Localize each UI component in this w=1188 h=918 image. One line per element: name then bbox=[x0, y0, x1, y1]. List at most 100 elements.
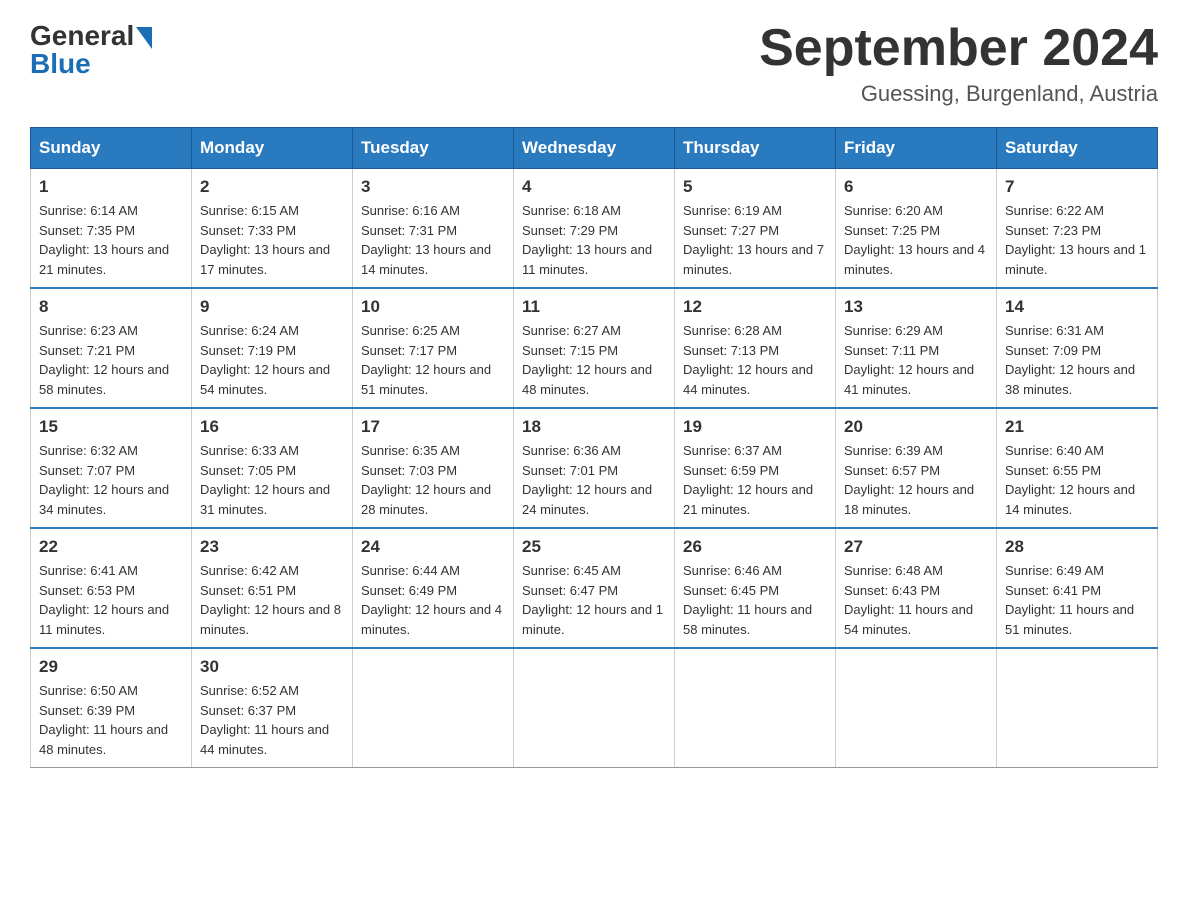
day-number: 18 bbox=[522, 417, 666, 437]
calendar-cell: 30 Sunrise: 6:52 AMSunset: 6:37 PMDaylig… bbox=[192, 648, 353, 768]
day-number: 15 bbox=[39, 417, 183, 437]
day-number: 10 bbox=[361, 297, 505, 317]
day-number: 22 bbox=[39, 537, 183, 557]
calendar-table: Sunday Monday Tuesday Wednesday Thursday… bbox=[30, 127, 1158, 768]
calendar-header-row: Sunday Monday Tuesday Wednesday Thursday… bbox=[31, 128, 1158, 169]
page-header: General Blue September 2024 Guessing, Bu… bbox=[30, 20, 1158, 107]
calendar-cell: 12 Sunrise: 6:28 AMSunset: 7:13 PMDaylig… bbox=[675, 288, 836, 408]
calendar-cell: 18 Sunrise: 6:36 AMSunset: 7:01 PMDaylig… bbox=[514, 408, 675, 528]
day-number: 29 bbox=[39, 657, 183, 677]
day-number: 27 bbox=[844, 537, 988, 557]
day-number: 1 bbox=[39, 177, 183, 197]
day-number: 2 bbox=[200, 177, 344, 197]
day-info: Sunrise: 6:14 AMSunset: 7:35 PMDaylight:… bbox=[39, 203, 169, 277]
header-wednesday: Wednesday bbox=[514, 128, 675, 169]
calendar-cell: 21 Sunrise: 6:40 AMSunset: 6:55 PMDaylig… bbox=[997, 408, 1158, 528]
day-info: Sunrise: 6:18 AMSunset: 7:29 PMDaylight:… bbox=[522, 203, 652, 277]
day-info: Sunrise: 6:24 AMSunset: 7:19 PMDaylight:… bbox=[200, 323, 330, 397]
day-info: Sunrise: 6:25 AMSunset: 7:17 PMDaylight:… bbox=[361, 323, 491, 397]
day-number: 28 bbox=[1005, 537, 1149, 557]
day-info: Sunrise: 6:46 AMSunset: 6:45 PMDaylight:… bbox=[683, 563, 812, 637]
day-info: Sunrise: 6:19 AMSunset: 7:27 PMDaylight:… bbox=[683, 203, 824, 277]
calendar-week-2: 8 Sunrise: 6:23 AMSunset: 7:21 PMDayligh… bbox=[31, 288, 1158, 408]
day-number: 25 bbox=[522, 537, 666, 557]
day-number: 8 bbox=[39, 297, 183, 317]
day-number: 4 bbox=[522, 177, 666, 197]
day-number: 30 bbox=[200, 657, 344, 677]
calendar-cell: 24 Sunrise: 6:44 AMSunset: 6:49 PMDaylig… bbox=[353, 528, 514, 648]
day-number: 17 bbox=[361, 417, 505, 437]
day-info: Sunrise: 6:33 AMSunset: 7:05 PMDaylight:… bbox=[200, 443, 330, 517]
calendar-cell: 19 Sunrise: 6:37 AMSunset: 6:59 PMDaylig… bbox=[675, 408, 836, 528]
calendar-cell: 16 Sunrise: 6:33 AMSunset: 7:05 PMDaylig… bbox=[192, 408, 353, 528]
title-area: September 2024 Guessing, Burgenland, Aus… bbox=[759, 20, 1158, 107]
calendar-week-1: 1 Sunrise: 6:14 AMSunset: 7:35 PMDayligh… bbox=[31, 169, 1158, 289]
calendar-cell: 14 Sunrise: 6:31 AMSunset: 7:09 PMDaylig… bbox=[997, 288, 1158, 408]
calendar-cell: 11 Sunrise: 6:27 AMSunset: 7:15 PMDaylig… bbox=[514, 288, 675, 408]
day-info: Sunrise: 6:39 AMSunset: 6:57 PMDaylight:… bbox=[844, 443, 974, 517]
day-number: 11 bbox=[522, 297, 666, 317]
day-number: 16 bbox=[200, 417, 344, 437]
calendar-cell: 5 Sunrise: 6:19 AMSunset: 7:27 PMDayligh… bbox=[675, 169, 836, 289]
day-number: 9 bbox=[200, 297, 344, 317]
logo-blue-text: Blue bbox=[30, 48, 91, 80]
logo: General Blue bbox=[30, 20, 152, 80]
day-info: Sunrise: 6:36 AMSunset: 7:01 PMDaylight:… bbox=[522, 443, 652, 517]
calendar-cell: 25 Sunrise: 6:45 AMSunset: 6:47 PMDaylig… bbox=[514, 528, 675, 648]
calendar-cell: 26 Sunrise: 6:46 AMSunset: 6:45 PMDaylig… bbox=[675, 528, 836, 648]
day-info: Sunrise: 6:45 AMSunset: 6:47 PMDaylight:… bbox=[522, 563, 663, 637]
calendar-cell: 9 Sunrise: 6:24 AMSunset: 7:19 PMDayligh… bbox=[192, 288, 353, 408]
calendar-week-4: 22 Sunrise: 6:41 AMSunset: 6:53 PMDaylig… bbox=[31, 528, 1158, 648]
calendar-cell: 13 Sunrise: 6:29 AMSunset: 7:11 PMDaylig… bbox=[836, 288, 997, 408]
calendar-cell: 27 Sunrise: 6:48 AMSunset: 6:43 PMDaylig… bbox=[836, 528, 997, 648]
calendar-cell: 17 Sunrise: 6:35 AMSunset: 7:03 PMDaylig… bbox=[353, 408, 514, 528]
day-info: Sunrise: 6:29 AMSunset: 7:11 PMDaylight:… bbox=[844, 323, 974, 397]
day-info: Sunrise: 6:32 AMSunset: 7:07 PMDaylight:… bbox=[39, 443, 169, 517]
day-info: Sunrise: 6:52 AMSunset: 6:37 PMDaylight:… bbox=[200, 683, 329, 757]
calendar-cell bbox=[997, 648, 1158, 768]
day-number: 6 bbox=[844, 177, 988, 197]
calendar-cell: 6 Sunrise: 6:20 AMSunset: 7:25 PMDayligh… bbox=[836, 169, 997, 289]
header-sunday: Sunday bbox=[31, 128, 192, 169]
day-info: Sunrise: 6:41 AMSunset: 6:53 PMDaylight:… bbox=[39, 563, 169, 637]
day-info: Sunrise: 6:35 AMSunset: 7:03 PMDaylight:… bbox=[361, 443, 491, 517]
calendar-cell: 15 Sunrise: 6:32 AMSunset: 7:07 PMDaylig… bbox=[31, 408, 192, 528]
day-number: 20 bbox=[844, 417, 988, 437]
day-info: Sunrise: 6:15 AMSunset: 7:33 PMDaylight:… bbox=[200, 203, 330, 277]
day-number: 26 bbox=[683, 537, 827, 557]
calendar-cell bbox=[836, 648, 997, 768]
calendar-week-5: 29 Sunrise: 6:50 AMSunset: 6:39 PMDaylig… bbox=[31, 648, 1158, 768]
day-number: 23 bbox=[200, 537, 344, 557]
day-info: Sunrise: 6:37 AMSunset: 6:59 PMDaylight:… bbox=[683, 443, 813, 517]
calendar-cell: 7 Sunrise: 6:22 AMSunset: 7:23 PMDayligh… bbox=[997, 169, 1158, 289]
day-info: Sunrise: 6:50 AMSunset: 6:39 PMDaylight:… bbox=[39, 683, 168, 757]
day-number: 3 bbox=[361, 177, 505, 197]
header-saturday: Saturday bbox=[997, 128, 1158, 169]
calendar-cell: 10 Sunrise: 6:25 AMSunset: 7:17 PMDaylig… bbox=[353, 288, 514, 408]
logo-triangle-icon bbox=[136, 27, 152, 49]
location-subtitle: Guessing, Burgenland, Austria bbox=[759, 81, 1158, 107]
month-title: September 2024 bbox=[759, 20, 1158, 77]
calendar-cell: 28 Sunrise: 6:49 AMSunset: 6:41 PMDaylig… bbox=[997, 528, 1158, 648]
day-info: Sunrise: 6:31 AMSunset: 7:09 PMDaylight:… bbox=[1005, 323, 1135, 397]
day-info: Sunrise: 6:44 AMSunset: 6:49 PMDaylight:… bbox=[361, 563, 502, 637]
header-thursday: Thursday bbox=[675, 128, 836, 169]
calendar-cell: 20 Sunrise: 6:39 AMSunset: 6:57 PMDaylig… bbox=[836, 408, 997, 528]
day-info: Sunrise: 6:27 AMSunset: 7:15 PMDaylight:… bbox=[522, 323, 652, 397]
calendar-cell: 8 Sunrise: 6:23 AMSunset: 7:21 PMDayligh… bbox=[31, 288, 192, 408]
calendar-cell bbox=[675, 648, 836, 768]
calendar-cell: 1 Sunrise: 6:14 AMSunset: 7:35 PMDayligh… bbox=[31, 169, 192, 289]
day-number: 14 bbox=[1005, 297, 1149, 317]
calendar-cell: 22 Sunrise: 6:41 AMSunset: 6:53 PMDaylig… bbox=[31, 528, 192, 648]
calendar-cell: 29 Sunrise: 6:50 AMSunset: 6:39 PMDaylig… bbox=[31, 648, 192, 768]
calendar-cell bbox=[353, 648, 514, 768]
day-info: Sunrise: 6:48 AMSunset: 6:43 PMDaylight:… bbox=[844, 563, 973, 637]
header-monday: Monday bbox=[192, 128, 353, 169]
calendar-cell bbox=[514, 648, 675, 768]
calendar-cell: 23 Sunrise: 6:42 AMSunset: 6:51 PMDaylig… bbox=[192, 528, 353, 648]
header-tuesday: Tuesday bbox=[353, 128, 514, 169]
day-number: 19 bbox=[683, 417, 827, 437]
day-info: Sunrise: 6:22 AMSunset: 7:23 PMDaylight:… bbox=[1005, 203, 1146, 277]
calendar-cell: 4 Sunrise: 6:18 AMSunset: 7:29 PMDayligh… bbox=[514, 169, 675, 289]
day-number: 13 bbox=[844, 297, 988, 317]
